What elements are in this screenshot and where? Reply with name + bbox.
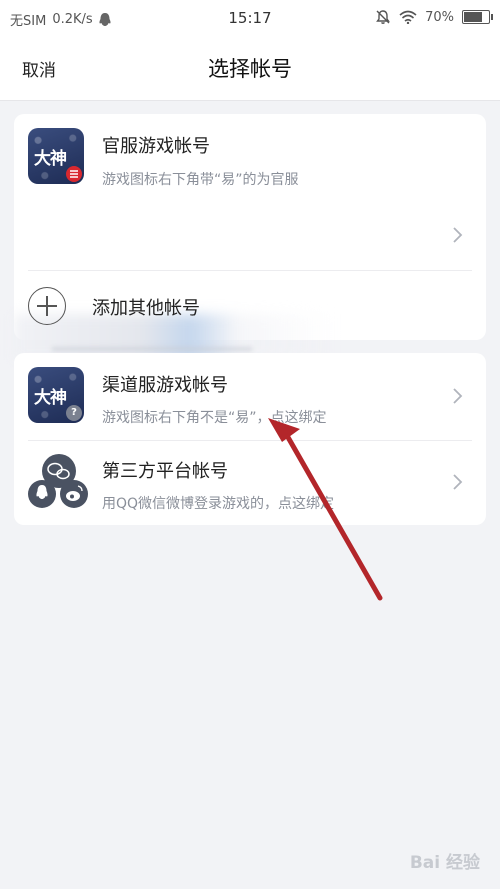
netease-badge-icon: [66, 166, 82, 182]
official-account-title: 官服游戏帐号: [102, 136, 210, 157]
divider: [28, 270, 472, 271]
app-icon-logo: 大神: [34, 149, 67, 169]
third-party-title: 第三方平台帐号: [102, 461, 228, 482]
chevron-right-icon: [453, 388, 463, 404]
unknown-badge-icon: ?: [66, 405, 82, 421]
dashen-app-icon-channel: 大神 ?: [28, 367, 84, 423]
baidu-watermark: Bai 经验: [409, 853, 480, 873]
official-account-subtitle: 游戏图标右下角带“易”的为官服: [102, 172, 299, 188]
chevron-right-icon: [453, 474, 463, 490]
status-bar: 无SIM 0.2K/s 15:17 70%: [0, 0, 500, 36]
battery-icon: [462, 10, 493, 24]
social-platforms-icon: [28, 453, 90, 511]
chevron-right-icon: [453, 227, 463, 243]
battery-percent: 70%: [425, 9, 454, 25]
page-title: 选择帐号: [208, 57, 292, 81]
status-right: 70%: [375, 9, 493, 25]
wifi-icon: [399, 10, 417, 24]
divider: [28, 440, 472, 441]
third-party-subtitle: 用QQ微信微博登录游戏的，点这绑定: [102, 496, 335, 512]
channel-account-title: 渠道服游戏帐号: [102, 375, 228, 396]
app-icon-logo: 大神: [34, 388, 67, 408]
official-account-card: 大神 官服游戏帐号 游戏图标右下角带“易”的为官服 添加其他帐号: [14, 114, 486, 360]
channel-account-subtitle: 游戏图标右下角不是“易”，点这绑定: [102, 410, 327, 426]
add-account-label: 添加其他帐号: [92, 298, 200, 319]
nav-bar: 取消 选择帐号: [0, 36, 500, 101]
plus-circle-icon: [28, 287, 66, 325]
dashen-app-icon: 大神: [28, 128, 84, 184]
channel-account-card: 大神 ? 渠道服游戏帐号 游戏图标右下角不是“易”，点这绑定 第三方平台帐号 用: [14, 353, 486, 525]
mute-bell-icon: [376, 10, 390, 24]
